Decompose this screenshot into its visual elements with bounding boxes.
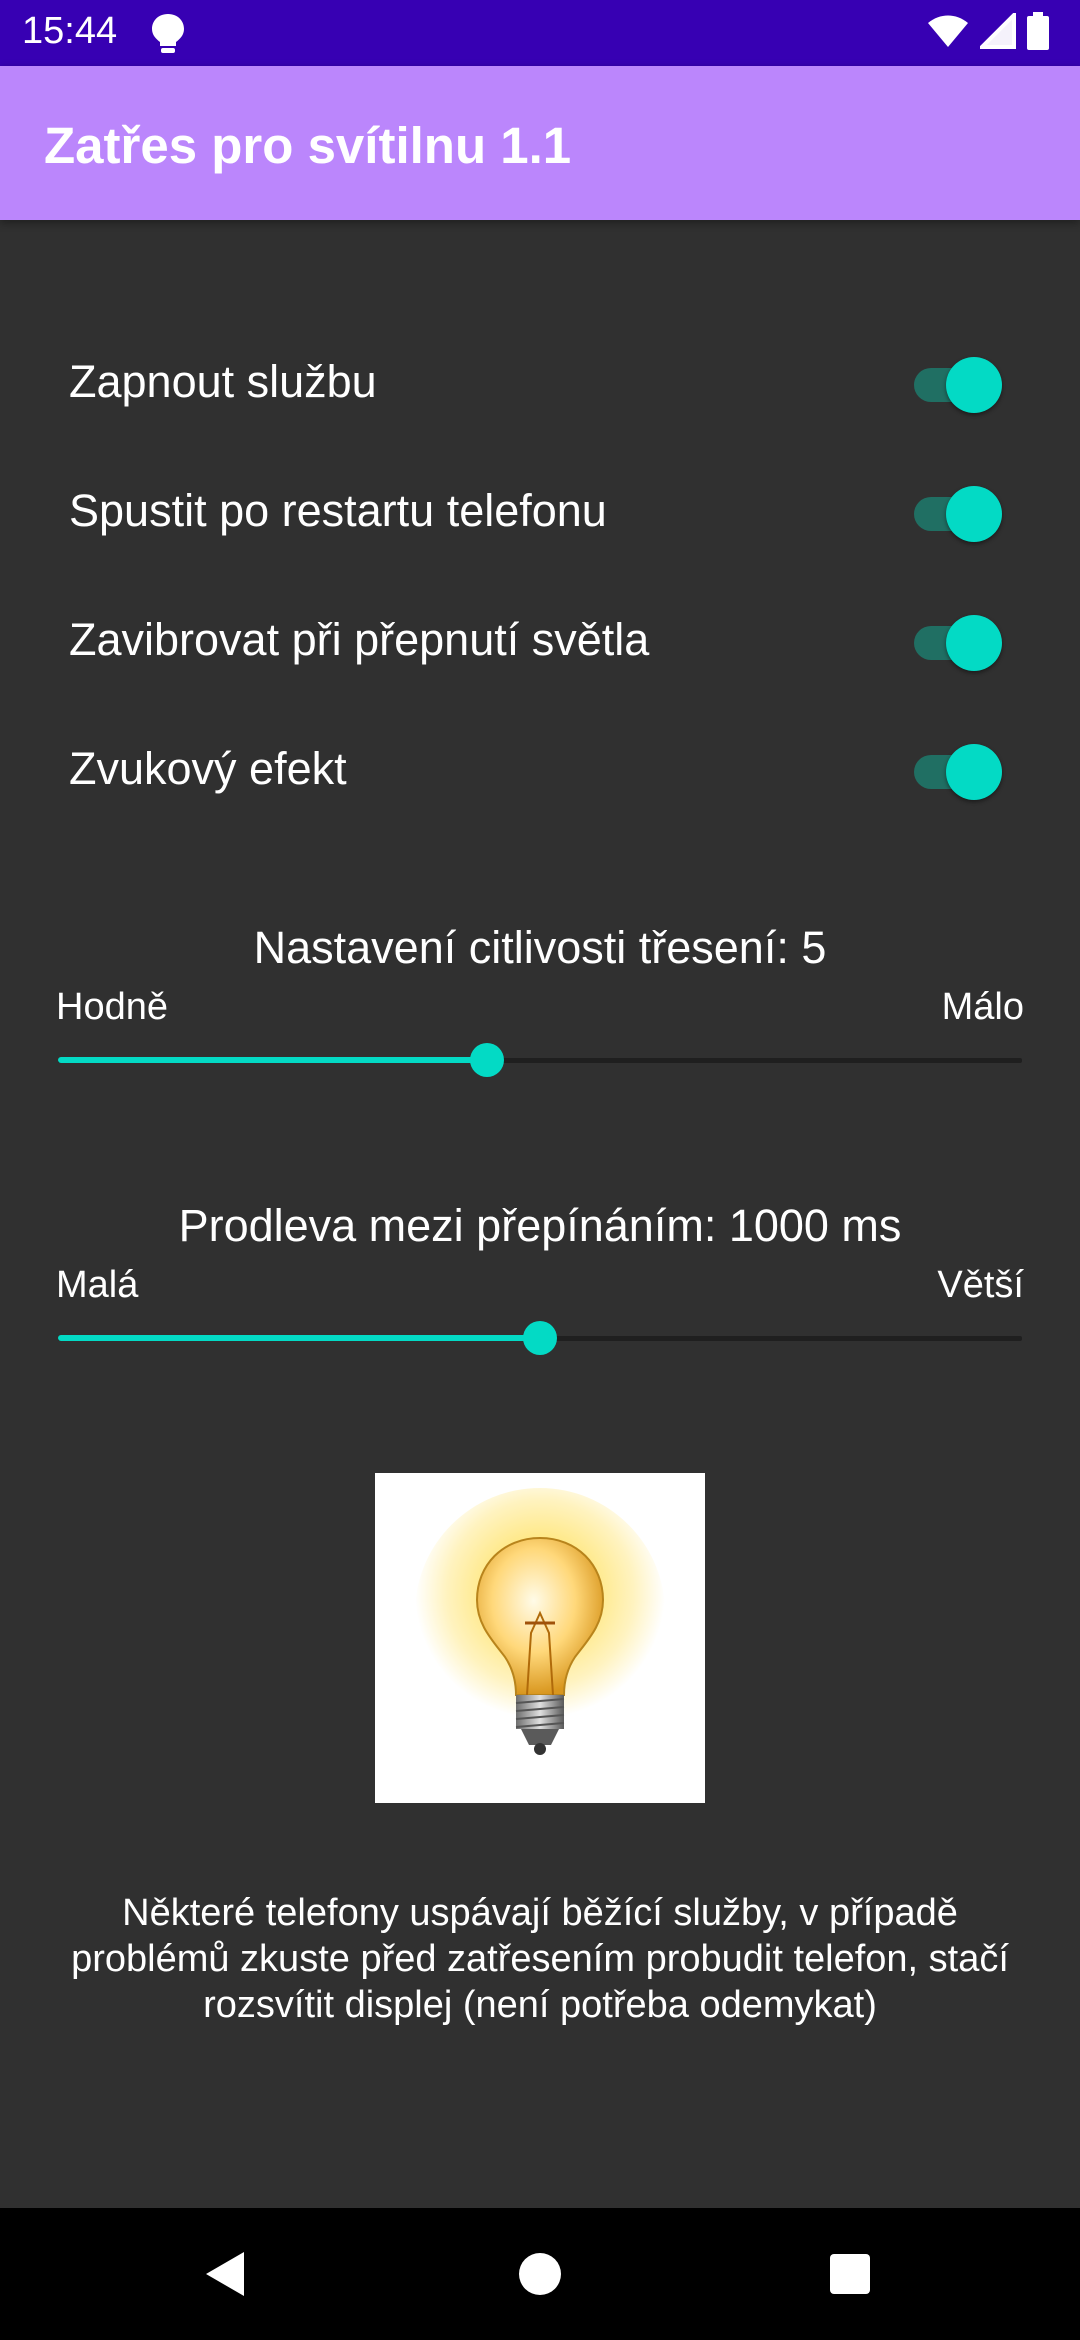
sensitivity-slider[interactable] — [58, 1040, 1022, 1080]
switch-label: Zvukový efekt — [69, 743, 347, 794]
status-icons — [926, 9, 1050, 55]
sensitivity-min-label: Hodně — [56, 986, 168, 1028]
slider-fill — [58, 1057, 487, 1063]
switch-label: Zapnout službu — [69, 356, 377, 407]
app-title: Zatřes pro svítilnu 1.1 — [44, 117, 572, 174]
lightbulb-image[interactable] — [375, 1473, 705, 1803]
delay-min-label: Malá — [56, 1264, 139, 1306]
switch-thumb[interactable] — [946, 486, 1002, 542]
delay-slider[interactable] — [58, 1318, 1022, 1358]
back-icon[interactable] — [198, 2246, 254, 2302]
navigation-bar — [0, 2208, 1080, 2340]
service-toggle[interactable] — [914, 354, 1004, 413]
sensitivity-max-label: Málo — [941, 986, 1024, 1028]
status-time: 15:44 — [22, 10, 118, 52]
switch-thumb[interactable] — [946, 357, 1002, 413]
restart-toggle[interactable] — [914, 483, 1004, 542]
sensitivity-title: Nastavení citlivosti třesení: 5 — [253, 922, 827, 973]
switch-row-restart[interactable]: Spustit po restartu telefonu — [0, 461, 1080, 561]
lightbulb-icon — [148, 12, 188, 56]
switch-label: Zavibrovat při přepnutí světla — [69, 614, 650, 665]
recents-icon[interactable] — [822, 2246, 878, 2302]
wifi-icon — [926, 13, 970, 54]
battery-icon — [1026, 11, 1050, 55]
app-bar: Zatřes pro svítilnu 1.1 — [0, 66, 1080, 220]
slider-thumb[interactable] — [470, 1043, 504, 1077]
switch-label: Spustit po restartu telefonu — [69, 485, 607, 536]
switch-thumb[interactable] — [946, 615, 1002, 671]
slider-thumb[interactable] — [523, 1321, 557, 1355]
signal-icon — [977, 9, 1016, 54]
switch-thumb[interactable] — [946, 744, 1002, 800]
vibrate-toggle[interactable] — [914, 612, 1004, 671]
sound-toggle[interactable] — [914, 741, 1004, 800]
switch-row-service[interactable]: Zapnout službu — [0, 332, 1080, 432]
switch-row-vibrate[interactable]: Zavibrovat při přepnutí světla — [0, 590, 1080, 690]
delay-title: Prodleva mezi přepínáním: 1000 ms — [178, 1200, 902, 1251]
status-bar: 15:44 — [0, 0, 1080, 66]
switch-row-sound[interactable]: Zvukový efekt — [0, 719, 1080, 819]
delay-max-label: Větší — [937, 1264, 1024, 1306]
home-icon[interactable] — [512, 2246, 568, 2302]
slider-fill — [58, 1335, 540, 1341]
info-text: Některé telefony uspávají běžící služby,… — [71, 1892, 1009, 2026]
